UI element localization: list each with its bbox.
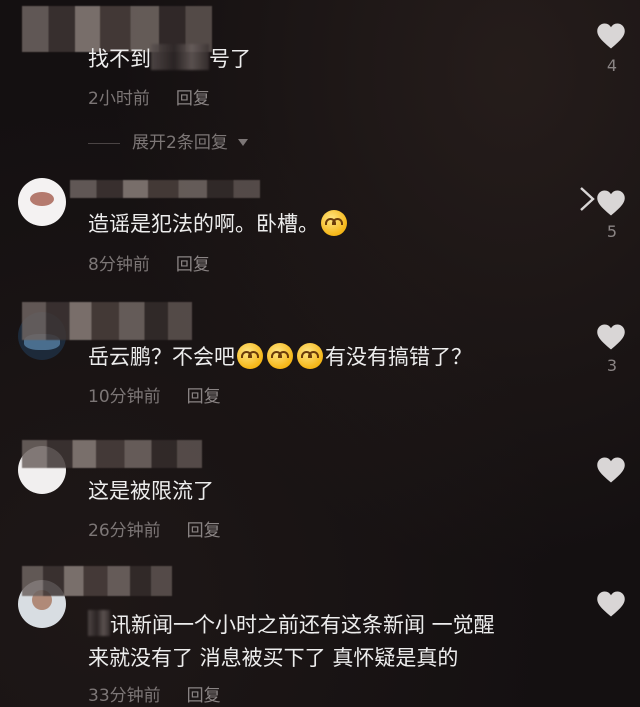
- comment-text-part: 造谣是犯法的啊。卧槽。: [88, 212, 319, 236]
- comment-text: 岳云鹏？不会吧 有没有搞错了？: [88, 340, 472, 374]
- comment-time: 26分钟前: [88, 521, 161, 541]
- reply-button[interactable]: 回复: [176, 255, 210, 275]
- blurred-username: [22, 566, 172, 596]
- heart-icon[interactable]: [596, 323, 626, 351]
- comment-time: 8分钟前: [88, 255, 150, 275]
- reply-button[interactable]: 回复: [187, 387, 221, 407]
- avatar-graphic: [30, 192, 54, 206]
- reply-button[interactable]: 回复: [176, 89, 210, 109]
- comment-time: 2小时前: [88, 89, 150, 109]
- comment-time: 10分钟前: [88, 387, 161, 407]
- comment-text-line: 讯新闻一个小时之前还有这条新闻 一觉醒: [110, 613, 495, 637]
- comment-text: 这是被限流了: [88, 474, 214, 508]
- reply-button[interactable]: 回复: [187, 521, 221, 541]
- blurred-username: [22, 440, 202, 468]
- comment-meta: 10分钟前 回复: [88, 382, 221, 407]
- comment-meta: 8分钟前 回复: [88, 250, 210, 275]
- comment-text: 造谣是犯法的啊。卧槽。: [88, 207, 349, 241]
- comment-text-part: 找不到: [88, 47, 151, 71]
- blurred-username: [22, 302, 192, 340]
- heart-icon[interactable]: [596, 590, 626, 618]
- comment-text-part: 有没有搞错了？: [325, 345, 472, 369]
- comment-text: 讯新闻一个小时之前还有这条新闻 一觉醒: [88, 608, 495, 642]
- expand-label: 展开2条回复: [132, 133, 228, 153]
- comment-text: 找不到 号了: [88, 42, 251, 76]
- redacted-text: [151, 44, 209, 70]
- smile-emoji-icon: [267, 343, 293, 369]
- comment-time: 33分钟前: [88, 686, 161, 706]
- chevron-right-icon[interactable]: [578, 186, 596, 212]
- comment-meta: 26分钟前 回复: [88, 516, 221, 541]
- like-count: 4: [606, 56, 618, 75]
- smile-emoji-icon: [297, 343, 323, 369]
- avatar[interactable]: [18, 178, 66, 226]
- comment-meta: 33分钟前 回复: [88, 681, 221, 706]
- like-count: 3: [606, 356, 618, 375]
- comment-text-part: 岳云鹏？不会吧: [88, 345, 235, 369]
- heart-icon[interactable]: [596, 22, 626, 50]
- laugh-cry-emoji-icon: [321, 210, 347, 236]
- comment-text-part: 号了: [209, 47, 251, 71]
- like-count: 5: [606, 222, 618, 241]
- comment-text: 来就没有了 消息被买下了 真怀疑是真的: [88, 641, 458, 675]
- triangle-down-icon: [238, 139, 249, 146]
- heart-icon[interactable]: [596, 456, 626, 484]
- smile-emoji-icon: [237, 343, 263, 369]
- expand-replies[interactable]: 展开2条回复: [88, 128, 249, 153]
- reply-button[interactable]: 回复: [187, 686, 221, 706]
- redacted-text: [88, 610, 110, 636]
- heart-icon[interactable]: [596, 189, 626, 217]
- comment-text-part: 这是被限流了: [88, 479, 214, 503]
- blurred-username: [70, 180, 260, 198]
- comment-text-line: 来就没有了 消息被买下了 真怀疑是真的: [88, 646, 459, 670]
- comment-meta: 2小时前 回复: [88, 84, 210, 109]
- divider-line: [88, 142, 120, 144]
